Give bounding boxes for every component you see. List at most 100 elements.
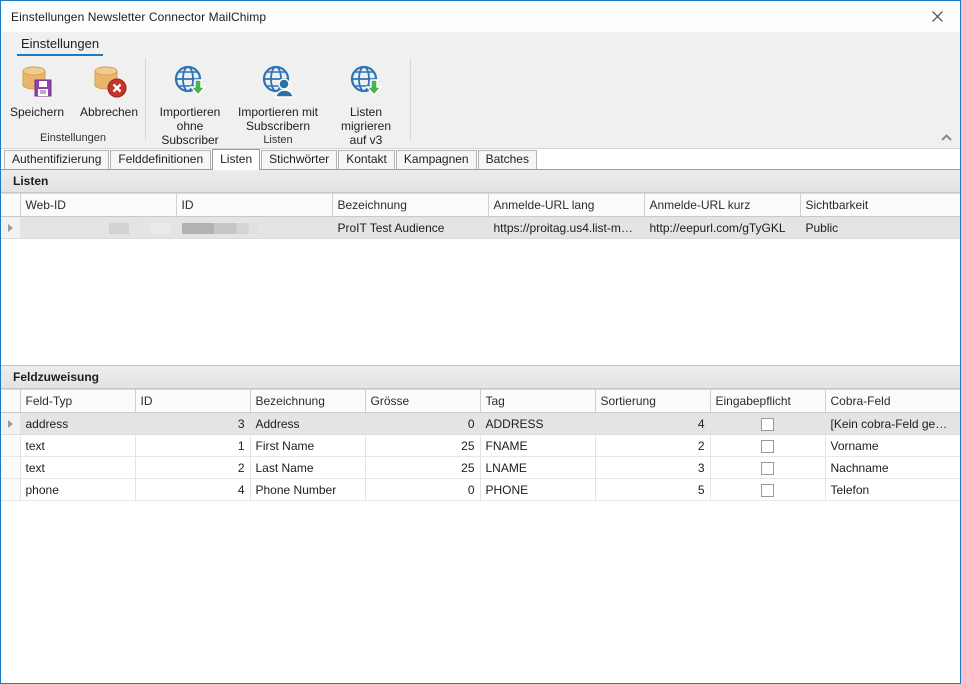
tab-stichwoerter[interactable]: Stichwörter: [261, 150, 337, 169]
lists-col-sichtbarkeit[interactable]: Sichtbarkeit: [800, 194, 960, 217]
close-icon: [931, 10, 944, 23]
row-selector[interactable]: [1, 457, 20, 479]
cell-tag[interactable]: PHONE: [480, 479, 595, 501]
fieldmap-rowselector-header: [1, 390, 20, 413]
lists-col-url-lang[interactable]: Anmelde-URL lang: [488, 194, 644, 217]
fieldmap-col-bezeichnung[interactable]: Bezeichnung: [250, 390, 365, 413]
tab-listen[interactable]: Listen: [212, 149, 260, 170]
ribbon-body: Speichern: [1, 56, 960, 148]
eingabepflicht-checkbox[interactable]: [761, 484, 774, 497]
cell-id[interactable]: 1: [135, 435, 250, 457]
fieldmap-col-id[interactable]: ID: [135, 390, 250, 413]
fieldmap-col-sortierung[interactable]: Sortierung: [595, 390, 710, 413]
lists-col-bezeichnung[interactable]: Bezeichnung: [332, 194, 488, 217]
cell-sortierung[interactable]: 2: [595, 435, 710, 457]
table-row[interactable]: text 1 First Name 25 FNAME 2 Vorname: [1, 435, 960, 457]
cell-feld-typ[interactable]: phone: [20, 479, 135, 501]
cell-sortierung[interactable]: 4: [595, 413, 710, 435]
cell-groesse[interactable]: 25: [365, 435, 480, 457]
cell-url-lang[interactable]: https://proitag.us4.list-man…: [488, 217, 644, 239]
tab-kontakt[interactable]: Kontakt: [338, 150, 395, 169]
ribbon-group-label-listen: Listen: [146, 132, 410, 148]
cell-sichtbarkeit[interactable]: Public: [800, 217, 960, 239]
fieldmap-col-feld-typ[interactable]: Feld-Typ: [20, 390, 135, 413]
cell-cobra-feld[interactable]: [Kein cobra-Feld gew…: [825, 413, 960, 435]
fieldmap-table: Feld-Typ ID Bezeichnung Grösse Tag Sorti…: [1, 389, 960, 501]
cell-groesse[interactable]: 25: [365, 457, 480, 479]
cell-tag[interactable]: ADDRESS: [480, 413, 595, 435]
cell-bezeichnung[interactable]: Phone Number: [250, 479, 365, 501]
cell-sortierung[interactable]: 3: [595, 457, 710, 479]
cell-id[interactable]: [176, 217, 332, 239]
cell-sortierung[interactable]: 5: [595, 479, 710, 501]
cell-tag[interactable]: LNAME: [480, 457, 595, 479]
fieldmap-col-cobra-feld[interactable]: Cobra-Feld: [825, 390, 960, 413]
import-with-subscribers-button[interactable]: Importieren mit Subscribern: [234, 60, 322, 133]
cell-eingabepflicht[interactable]: [710, 413, 825, 435]
fieldmap-col-tag[interactable]: Tag: [480, 390, 595, 413]
cell-feld-typ[interactable]: address: [20, 413, 135, 435]
cell-bezeichnung[interactable]: Address: [250, 413, 365, 435]
lists-grid-empty-area: [1, 239, 960, 365]
lists-col-web-id[interactable]: Web-ID: [20, 194, 176, 217]
row-selector[interactable]: [1, 435, 20, 457]
eingabepflicht-checkbox[interactable]: [761, 418, 774, 431]
cell-bezeichnung[interactable]: ProIT Test Audience: [332, 217, 488, 239]
cell-bezeichnung[interactable]: Last Name: [250, 457, 365, 479]
row-selector[interactable]: [1, 413, 20, 435]
cell-cobra-feld[interactable]: Nachname: [825, 457, 960, 479]
cell-tag[interactable]: FNAME: [480, 435, 595, 457]
table-row[interactable]: text 2 Last Name 25 LNAME 3 Nachname: [1, 457, 960, 479]
fieldmap-panel: Feldzuweisung Feld-Typ ID Bezeichnung Gr…: [1, 366, 960, 683]
ribbon-collapse-button[interactable]: [938, 130, 954, 146]
row-selector[interactable]: [1, 217, 20, 239]
table-row[interactable]: ProIT Test Audience https://proitag.us4.…: [1, 217, 960, 239]
lists-table: Web-ID ID Bezeichnung Anmelde-URL lang A…: [1, 193, 960, 239]
cell-groesse[interactable]: 0: [365, 413, 480, 435]
lists-col-url-kurz[interactable]: Anmelde-URL kurz: [644, 194, 800, 217]
cell-feld-typ[interactable]: text: [20, 435, 135, 457]
tab-batches[interactable]: Batches: [478, 150, 537, 169]
cell-eingabepflicht[interactable]: [710, 457, 825, 479]
fieldmap-col-eingabepflicht[interactable]: Eingabepflicht: [710, 390, 825, 413]
fieldmap-panel-header: Feldzuweisung: [1, 366, 960, 389]
cancel-button[interactable]: Abbrechen: [73, 60, 145, 119]
tab-authentifizierung[interactable]: Authentifizierung: [4, 150, 109, 169]
ribbon-tab-einstellungen[interactable]: Einstellungen: [17, 36, 103, 56]
cell-id[interactable]: 2: [135, 457, 250, 479]
cell-web-id[interactable]: [20, 217, 176, 239]
tab-kampagnen[interactable]: Kampagnen: [396, 150, 477, 169]
cell-id[interactable]: 4: [135, 479, 250, 501]
ribbon-group-einstellungen: Speichern: [1, 56, 145, 148]
globe-download-icon: [171, 62, 209, 102]
globe-user-icon: [259, 62, 297, 102]
cell-feld-typ[interactable]: text: [20, 457, 135, 479]
ribbon-tab-strip: Einstellungen: [1, 32, 960, 56]
row-selector[interactable]: [1, 479, 20, 501]
cell-groesse[interactable]: 0: [365, 479, 480, 501]
cell-eingabepflicht[interactable]: [710, 435, 825, 457]
table-row[interactable]: address 3 Address 0 ADDRESS 4 [Kein cobr…: [1, 413, 960, 435]
ribbon-group-divider-end: [410, 58, 411, 140]
eingabepflicht-checkbox[interactable]: [761, 440, 774, 453]
save-button[interactable]: Speichern: [1, 60, 73, 119]
tab-strip: Authentifizierung Felddefinitionen Liste…: [1, 149, 960, 170]
fieldmap-grid-empty-area: [1, 501, 960, 683]
fieldmap-col-groesse[interactable]: Grösse: [365, 390, 480, 413]
cell-cobra-feld[interactable]: Telefon: [825, 479, 960, 501]
window-title: Einstellungen Newsletter Connector MailC…: [1, 10, 266, 24]
cancel-button-label: Abbrechen: [80, 105, 138, 119]
cell-bezeichnung[interactable]: First Name: [250, 435, 365, 457]
tab-felddefinitionen[interactable]: Felddefinitionen: [110, 150, 211, 169]
cell-cobra-feld[interactable]: Vorname: [825, 435, 960, 457]
lists-col-id[interactable]: ID: [176, 194, 332, 217]
eingabepflicht-checkbox[interactable]: [761, 462, 774, 475]
cell-eingabepflicht[interactable]: [710, 479, 825, 501]
table-row[interactable]: phone 4 Phone Number 0 PHONE 5 Telefon: [1, 479, 960, 501]
cell-id[interactable]: 3: [135, 413, 250, 435]
fieldmap-grid: Feld-Typ ID Bezeichnung Grösse Tag Sorti…: [1, 389, 960, 683]
lists-panel-header: Listen: [1, 170, 960, 193]
close-button[interactable]: [915, 1, 960, 31]
row-marker-icon: [8, 420, 13, 428]
cell-url-kurz[interactable]: http://eepurl.com/gTyGKL: [644, 217, 800, 239]
